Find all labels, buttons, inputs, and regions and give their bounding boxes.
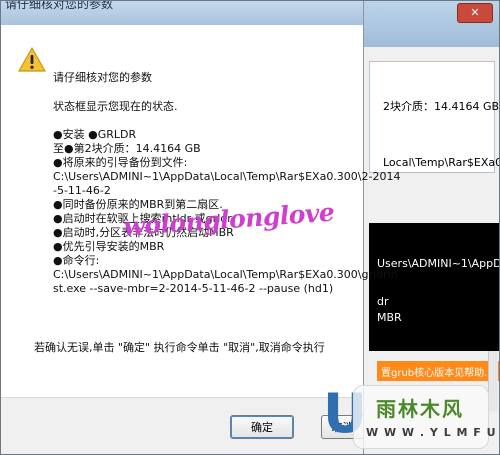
dialog-titlebar[interactable]: 请仔细核对您的参数: [1, 1, 363, 25]
screenshot-frame: ✕ 2块介质：14.4164 GB Local\Temp\Rar$EXa0.3 …: [0, 0, 500, 455]
param-line: ●命令行:: [53, 254, 100, 267]
dialog-footer: 确定 取消: [1, 397, 363, 454]
background-console: [369, 223, 499, 351]
site-name: 雨林木风: [376, 397, 464, 421]
background-panel-line: 2块介质：14.4164 GB: [383, 100, 500, 113]
ok-button[interactable]: 确定: [230, 415, 294, 439]
param-line: ●安装 ●GRLDR: [53, 128, 137, 141]
background-console-line: dr: [377, 295, 389, 308]
param-line: ●优先引导安装的MBR: [53, 240, 165, 253]
dialog-title: 请仔细核对您的参数: [5, 1, 114, 11]
confirm-hint: 若确认无误,单击 "确定" 执行命令单击 "取消",取消命令执行: [34, 341, 325, 354]
background-close-button[interactable]: ✕: [457, 3, 493, 23]
param-line: -5-11-46-2: [53, 184, 111, 197]
background-scrollbar[interactable]: [488, 351, 498, 411]
background-help-banner: 置grub核心版本见帮助.): [377, 361, 499, 381]
background-panel-line: Local\Temp\Rar$EXa0.3: [383, 156, 500, 169]
param-line: 至●第2块介质：14.4164 GB: [53, 142, 201, 155]
param-line: st.exe --save-mbr=2-2014-5-11-46-2 --pau…: [53, 282, 334, 295]
dialog-heading: 请仔细核对您的参数: [53, 71, 152, 84]
site-logo-badge: 雨林木风 W W W . Y L M F U . C O M: [353, 385, 499, 449]
param-line: ●将原来的引导备份到文件:: [53, 156, 188, 169]
background-window-titlebar: ✕: [363, 1, 499, 47]
status-intro: 状态框显示您现在的状态.: [53, 100, 178, 113]
background-help-banner-text: 置grub核心版本见帮助.): [381, 368, 492, 379]
site-url: W W W . Y L M F U . C O M: [366, 426, 499, 439]
param-line: C:\Users\ADMINI~1\AppData\Local\Temp\Rar…: [53, 170, 401, 183]
warning-icon: [18, 47, 46, 72]
background-console-line: MBR: [377, 311, 402, 324]
param-line: C:\Users\ADMINI~1\AppData\Local\Temp\Rar…: [53, 268, 398, 281]
